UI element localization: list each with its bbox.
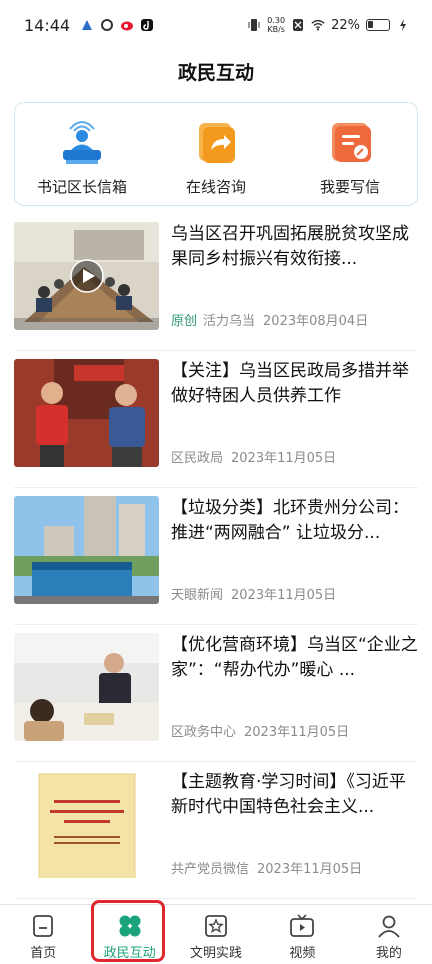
quick-action-online-consult[interactable]: 在线咨询 (149, 103, 283, 205)
news-title: 乌当区召开巩固拓展脱贫攻坚成果同乡村振兴有效衔接... (171, 224, 409, 269)
net-speed: 0.30 KB/s (267, 16, 285, 34)
news-date: 2023年11月05日 (231, 588, 337, 603)
news-meta: 区民政局 2023年11月05日 (171, 447, 336, 466)
news-title: 【优化营商环境】乌当区“企业之家”：“帮办代办”暖心 ... (171, 635, 418, 680)
tv-icon (290, 914, 315, 937)
news-date: 2023年11月05日 (257, 862, 363, 877)
battery-percent: 22% (331, 17, 360, 33)
quick-action-label: 在线咨询 (185, 178, 246, 196)
news-date: 2023年08月04日 (263, 314, 369, 329)
news-source: 活力乌当 (203, 314, 256, 329)
news-thumbnail-service-counter (14, 633, 159, 741)
status-bar: 14:44 0.30 KB/s 22% (0, 0, 432, 50)
news-source: 共产党员微信 (171, 862, 250, 877)
vibrate-icon (248, 19, 260, 31)
quick-actions-card: 书记区长信箱 在线咨询 我要写信 (14, 102, 418, 206)
news-item[interactable]: 【主题教育·学习时间】《习近平新时代中国特色社会主义... 共产党员微信 2023… (14, 762, 418, 899)
nav-label: 我的 (375, 946, 402, 961)
leader-podium-icon (57, 117, 107, 167)
write-letter-icon (325, 117, 375, 167)
nav-label: 视频 (289, 946, 316, 961)
nav-item-interaction[interactable]: 政民互动 (86, 900, 172, 964)
battery-icon (366, 19, 390, 31)
charging-icon (400, 19, 406, 31)
home-icon (33, 915, 54, 937)
weibo-icon (121, 21, 134, 31)
wifi-icon (311, 19, 325, 31)
news-date: 2023年11月05日 (231, 451, 337, 466)
nav-label: 文明实践 (190, 946, 243, 961)
news-meta: 共产党员微信 2023年11月05日 (171, 858, 362, 877)
nav-item-civilization[interactable]: 文明实践 (173, 905, 259, 964)
news-meta: 原创 活力乌当 2023年08月04日 (171, 310, 368, 329)
refresh-notify-icon (101, 19, 114, 31)
quick-action-leader-mailbox[interactable]: 书记区长信箱 (15, 103, 149, 205)
active-highlight-frame (91, 900, 166, 962)
consult-share-icon (191, 117, 241, 167)
news-body: 【垃圾分类】北环贵州分公司：推进“两网融合” 让垃圾分... 天眼新闻 2023年… (171, 496, 418, 624)
news-source: 区民政局 (171, 451, 224, 466)
page-title: 政民互动 (177, 62, 254, 84)
nav-item-video[interactable]: 视频 (259, 905, 345, 964)
quick-action-write-letter[interactable]: 我要写信 (283, 103, 417, 205)
video-play-icon (70, 259, 104, 293)
news-body: 【优化营商环境】乌当区“企业之家”：“帮办代办”暖心 ... 区政务中心 2023… (171, 633, 418, 761)
news-source: 天眼新闻 (171, 588, 224, 603)
news-list: 乌当区召开巩固拓展脱贫攻坚成果同乡村振兴有效衔接... 原创 活力乌当 2023年0… (14, 214, 418, 899)
news-thumbnail-recycling-station (14, 496, 159, 604)
news-date: 2023年11月05日 (244, 725, 350, 740)
news-meta: 天眼新闻 2023年11月05日 (171, 584, 336, 603)
net-speed-value: 0.30 (267, 16, 286, 25)
app-notify-icon (82, 20, 93, 30)
news-title: 【垃圾分类】北环贵州分公司：推进“两网融合” 让垃圾分... (171, 498, 409, 543)
news-thumbnail-meeting (14, 222, 159, 330)
sim-off-icon (293, 19, 304, 31)
news-source: 区政务中心 (171, 725, 237, 740)
news-tag: 原创 (171, 314, 198, 329)
status-left: 14:44 (24, 16, 154, 35)
news-body: 乌当区召开巩固拓展脱贫攻坚成果同乡村振兴有效衔接... 原创 活力乌当 2023年0… (171, 222, 418, 350)
news-item[interactable]: 【关注】乌当区民政局多措并举做好特困人员供养工作 区民政局 2023年11月05日 (14, 351, 418, 488)
news-title: 【主题教育·学习时间】《习近平新时代中国特色社会主义... (171, 772, 406, 817)
bottom-nav: 首页 政民互动 文明实践 视频 我的 (0, 900, 432, 964)
tiktok-icon (141, 19, 154, 31)
nav-label: 首页 (30, 946, 57, 961)
nav-item-mine[interactable]: 我的 (346, 905, 432, 964)
news-body: 【主题教育·学习时间】《习近平新时代中国特色社会主义... 共产党员微信 2023… (171, 770, 418, 898)
news-item[interactable]: 【优化营商环境】乌当区“企业之家”：“帮办代办”暖心 ... 区政务中心 2023… (14, 625, 418, 762)
nav-item-home[interactable]: 首页 (0, 905, 86, 964)
star-frame-icon (205, 915, 227, 937)
status-time: 14:44 (24, 15, 71, 35)
status-right: 0.30 KB/s 22% (247, 16, 410, 34)
news-title: 【关注】乌当区民政局多措并举做好特困人员供养工作 (171, 361, 409, 406)
news-thumbnail-book-cover (14, 770, 159, 878)
news-body: 【关注】乌当区民政局多措并举做好特困人员供养工作 区民政局 2023年11月05日 (171, 359, 418, 487)
quick-action-label: 我要写信 (319, 178, 380, 196)
news-meta: 区政务中心 2023年11月05日 (171, 721, 349, 740)
news-item[interactable]: 【垃圾分类】北环贵州分公司：推进“两网融合” 让垃圾分... 天眼新闻 2023年… (14, 488, 418, 625)
net-speed-unit: KB/s (267, 25, 285, 34)
news-thumbnail-visit (14, 359, 159, 467)
person-icon (378, 915, 400, 938)
quick-action-label: 书记区长信箱 (36, 178, 127, 196)
news-item[interactable]: 乌当区召开巩固拓展脱贫攻坚成果同乡村振兴有效衔接... 原创 活力乌当 2023年0… (14, 214, 418, 351)
